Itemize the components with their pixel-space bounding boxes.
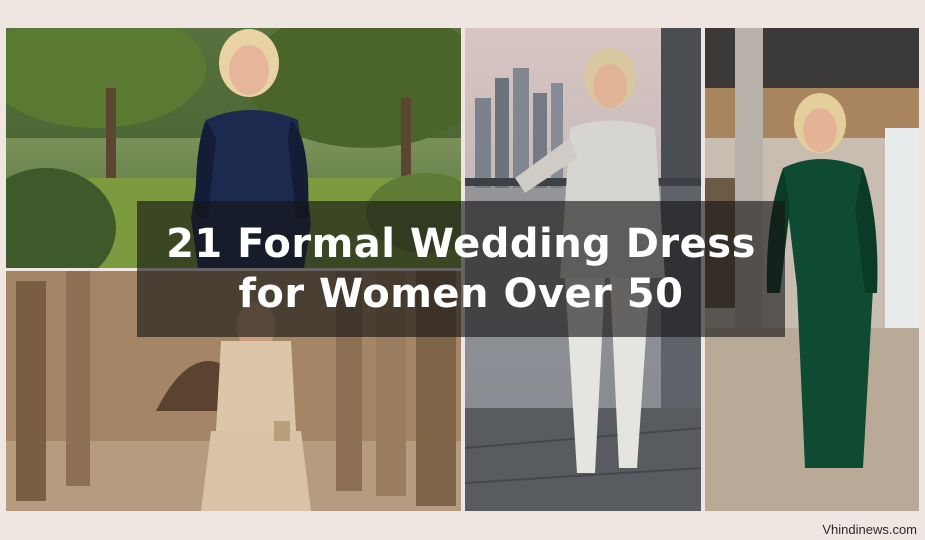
title-line-2: for Women Over 50 [238, 271, 684, 317]
title-line-1: 21 Formal Wedding Dress [166, 221, 756, 267]
title-banner: 21 Formal Wedding Dress for Women Over 5… [137, 201, 785, 337]
site-watermark: Vhindinews.com [822, 522, 917, 537]
